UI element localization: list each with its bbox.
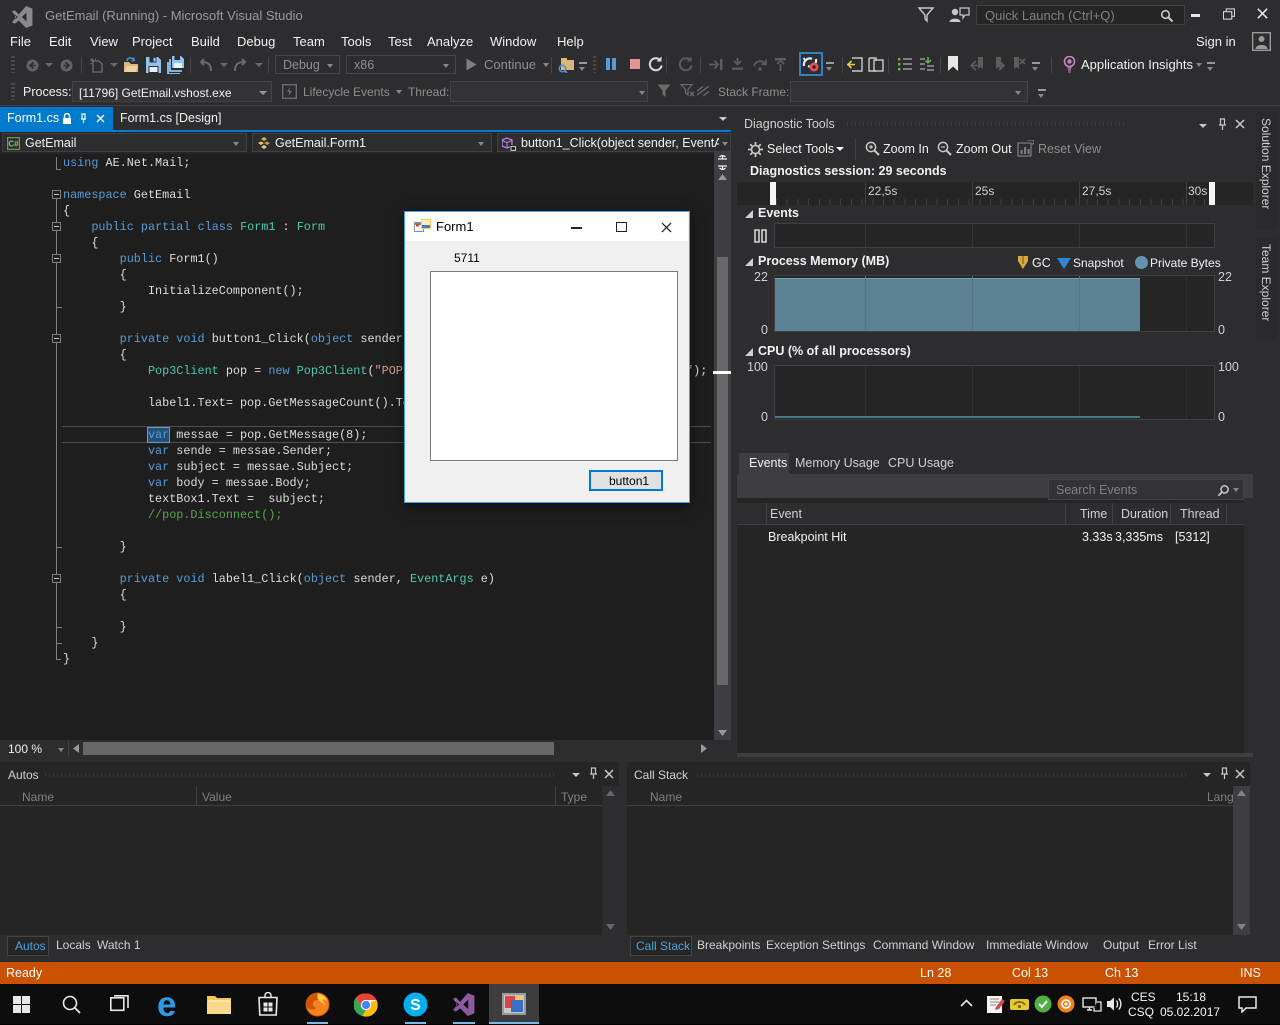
svg-text:C#: C# xyxy=(8,139,19,148)
svg-text:S: S xyxy=(410,997,421,1014)
